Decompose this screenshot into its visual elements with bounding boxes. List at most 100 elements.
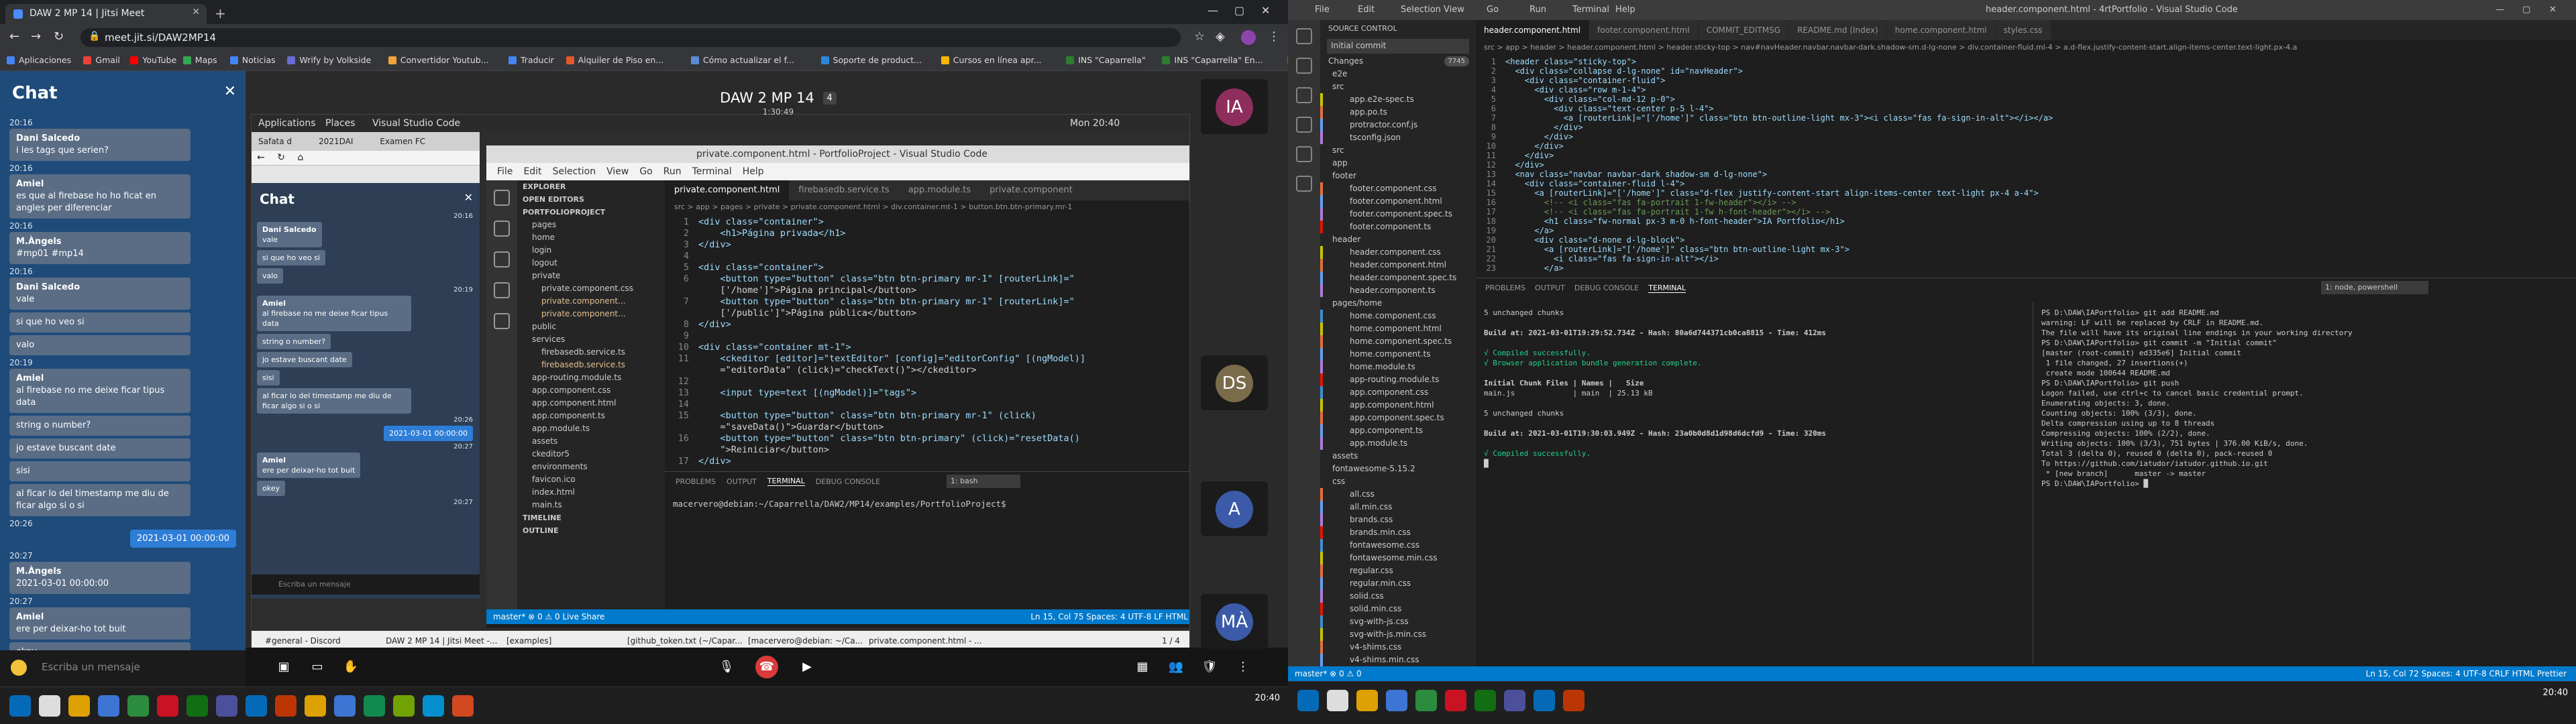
search-icon[interactable] [494, 221, 510, 237]
explorer-item[interactable]: login [517, 244, 665, 257]
changed-file-item[interactable]: brands.min.css [1320, 526, 1476, 539]
remote-taskbar-item[interactable]: private.component.html - ... [869, 636, 982, 646]
explorer-item[interactable]: PORTFOLIOPROJECT [517, 206, 665, 219]
commit-message-input[interactable]: Initial commit [1327, 39, 1469, 54]
tile-view-icon[interactable]: ▦ [1131, 656, 1154, 678]
forward-arrow-icon[interactable]: → [31, 29, 41, 44]
menu-item[interactable]: Run [1529, 5, 1546, 15]
code-editor[interactable]: private.component.html firebasedb.service… [665, 180, 1189, 609]
changed-file-item[interactable]: regular.css [1320, 564, 1476, 577]
app-icon[interactable] [186, 695, 208, 717]
explorer-item[interactable]: assets [517, 435, 665, 448]
panel-tab[interactable]: PROBLEMS [1485, 284, 1525, 292]
explorer-item[interactable]: OPEN EDITORS [517, 193, 665, 206]
terminal-select[interactable]: 1: node, powershell [2321, 281, 2428, 294]
back-arrow-icon[interactable]: ← [9, 29, 19, 44]
explorer-item[interactable]: main.ts [517, 499, 665, 511]
explorer-item[interactable]: public [517, 320, 665, 333]
menu-item[interactable]: Selection [1401, 5, 1441, 15]
new-tab-button[interactable]: + [215, 5, 226, 21]
changed-file-item[interactable]: footer.component.css [1320, 182, 1476, 195]
panel-tab[interactable]: DEBUG CONSOLE [1574, 284, 1639, 292]
changed-file-item[interactable]: fontawesome.css [1320, 539, 1476, 552]
bookmark-item[interactable]: INS "Caparrella" [1066, 55, 1146, 65]
menu-item[interactable]: Go [639, 166, 652, 177]
maximize-icon[interactable]: ▢ [1234, 4, 1244, 17]
changed-file-item[interactable]: app.component.css [1320, 386, 1476, 399]
bookmark-item[interactable]: Aplicaciones [7, 55, 71, 65]
security-shield-icon[interactable]: 🛡 [1198, 656, 1221, 678]
bookmark-item[interactable]: INS "Caparrella" En... [1162, 55, 1263, 65]
source-control-icon[interactable] [494, 251, 510, 267]
participant-thumbnail[interactable]: DS [1201, 355, 1268, 410]
changed-file-item[interactable]: home.component.ts [1320, 348, 1476, 361]
editor-tab[interactable]: COMMIT_EDITMSG [1698, 20, 1790, 40]
folder-item[interactable]: header [1320, 233, 1476, 246]
explorer-item[interactable]: app.module.ts [517, 422, 665, 435]
participant-thumbnail[interactable]: MÀ [1201, 594, 1268, 649]
address-bar[interactable]: 🔒 meet.jit.si/DAW2MP14 [80, 28, 1181, 47]
menu-item[interactable]: Edit [1358, 5, 1375, 15]
start-icon[interactable] [9, 695, 31, 717]
firefox-tab[interactable]: 2021DAI [319, 137, 353, 146]
folder-item[interactable]: e2e [1320, 68, 1476, 80]
app-icon[interactable] [393, 695, 415, 717]
debug-icon[interactable] [494, 282, 510, 298]
source-control-icon[interactable] [1296, 87, 1312, 103]
bookmark-item[interactable]: Alquiler de Piso en... [566, 55, 664, 65]
changed-file-item[interactable]: brands.css [1320, 514, 1476, 526]
maximize-icon[interactable]: ▢ [2522, 5, 2530, 15]
editor-tab[interactable]: app.module.ts [898, 180, 981, 200]
explorer-item[interactable]: ckeditor5 [517, 448, 665, 461]
changed-file-item[interactable]: header.component.html [1320, 259, 1476, 272]
app-icon[interactable] [157, 695, 178, 717]
reload-icon[interactable]: ↻ [54, 29, 64, 44]
gnome-app-menu[interactable]: Visual Studio Code [372, 118, 460, 129]
menu-item[interactable]: Terminal [692, 166, 732, 177]
menu-item[interactable]: Terminal [1572, 5, 1609, 15]
panel-tab[interactable]: OUTPUT [1535, 284, 1565, 292]
invite-icon[interactable]: 👥 [1165, 656, 1187, 678]
remote-taskbar-item[interactable]: [examples] [506, 636, 551, 646]
changed-file-item[interactable]: footer.component.html [1320, 195, 1476, 208]
menu-item[interactable]: Run [663, 166, 682, 177]
changed-file-item[interactable]: app-routing.module.ts [1320, 373, 1476, 386]
app-icon[interactable] [127, 695, 149, 717]
bookmark-item[interactable]: Traducir [508, 55, 554, 65]
editor-tab[interactable]: private.component.html [665, 180, 790, 200]
changed-file-item[interactable]: home.component.css [1320, 310, 1476, 322]
editor-tab[interactable]: README.md (Index) [1789, 20, 1887, 40]
changed-file-item[interactable]: home.component.html [1320, 322, 1476, 335]
explorer-item[interactable]: app.component.css [517, 384, 665, 397]
explorer-item[interactable]: TIMELINE [517, 511, 665, 524]
app-icon[interactable] [423, 695, 444, 717]
explorer-item[interactable]: logout [517, 257, 665, 269]
camera-off-icon[interactable]: ▶ [796, 656, 818, 678]
changed-file-item[interactable]: app.module.ts [1320, 437, 1476, 450]
explorer-item[interactable]: firebasedb.service.ts [517, 346, 665, 359]
terminal-right[interactable]: PS D:\DAW\IAPortfolio> git add README.md… [2033, 302, 2576, 664]
explorer-item[interactable]: EXPLORER [517, 180, 665, 193]
explorer-item[interactable]: private.component... [517, 308, 665, 320]
changed-file-item[interactable]: v4-shims.min.css [1320, 654, 1476, 666]
menu-item[interactable]: File [497, 166, 513, 177]
raise-hand-icon[interactable]: ✋ [339, 656, 362, 678]
chat-icon[interactable]: ▣ [272, 656, 295, 678]
inner-chat-input[interactable]: Escriba un mensaje [252, 575, 480, 595]
explorer-icon[interactable] [1296, 28, 1312, 44]
menu-item[interactable]: View [1444, 5, 1464, 15]
bookmark-item[interactable]: Maps [183, 55, 217, 65]
extensions-icon[interactable] [1296, 146, 1312, 162]
taskbar-app-icon[interactable] [1327, 690, 1348, 711]
app-icon[interactable] [275, 695, 297, 717]
hangup-button[interactable]: ☎ [755, 656, 778, 678]
microphone-muted-icon[interactable]: 🎙 [715, 656, 738, 678]
changed-file-item[interactable]: header.component.ts [1320, 284, 1476, 297]
changed-file-item[interactable]: header.component.css [1320, 246, 1476, 259]
terminal-select[interactable]: 1: bash [947, 475, 1020, 488]
bookmark-item[interactable]: Cómo actualizar el f... [691, 55, 794, 65]
explorer-item[interactable]: private.component.css [517, 282, 665, 295]
taskbar-app-icon[interactable] [1356, 690, 1378, 711]
extensions-icon[interactable] [494, 313, 510, 329]
remote-taskbar-item[interactable]: [github_token.txt (~/Capar... [627, 636, 743, 646]
